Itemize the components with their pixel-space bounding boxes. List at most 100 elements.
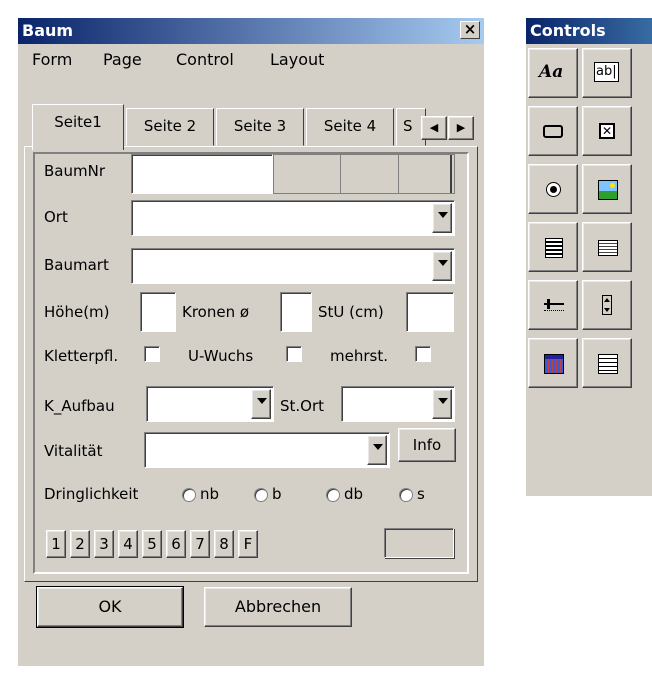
menu-form[interactable]: Form: [32, 50, 72, 69]
arrow-left-icon: ◀: [429, 121, 439, 134]
kaufbau-dropdown[interactable]: [146, 386, 274, 422]
mehrst-checkbox[interactable]: [415, 346, 431, 362]
label-tool-icon: Aa: [539, 62, 564, 82]
tab-seite3[interactable]: Seite 3: [216, 108, 304, 146]
close-button[interactable]: ×: [460, 21, 480, 39]
radio-button-icon: [546, 182, 561, 197]
close-icon: ×: [463, 20, 477, 38]
slider-icon: [544, 299, 564, 313]
checkbox-icon: ✕: [599, 123, 615, 139]
tab-seite1[interactable]: Seite1: [32, 104, 124, 150]
baumnr-input[interactable]: [131, 154, 273, 194]
number-button-6[interactable]: 6: [166, 530, 186, 558]
ok-button[interactable]: OK: [36, 586, 184, 628]
baumart-label: Baumart: [44, 256, 109, 274]
uwuchs-label: U-Wuchs: [188, 347, 254, 365]
number-button-label: 4: [123, 535, 133, 553]
stu-input[interactable]: [406, 292, 454, 332]
mehrst-label: mehrst.: [330, 347, 388, 365]
radio-b-label: b: [272, 485, 282, 503]
info-button[interactable]: Info: [398, 428, 456, 462]
number-button-label: 7: [195, 535, 205, 553]
controls-window: Controls Aa ab| ✕: [526, 18, 652, 496]
number-display-field[interactable]: [384, 528, 454, 558]
hoehe-input[interactable]: [140, 292, 176, 332]
tab-seite4[interactable]: Seite 4: [306, 108, 394, 146]
chevron-down-icon[interactable]: [432, 389, 452, 419]
kronen-label: Kronen ø: [182, 303, 250, 321]
radio-s[interactable]: [399, 488, 413, 502]
kletter-checkbox[interactable]: [144, 346, 160, 362]
tab-label: Seite 3: [233, 117, 287, 135]
chevron-down-icon[interactable]: [432, 203, 452, 233]
number-button-label: F: [243, 535, 253, 553]
radio-tool[interactable]: [528, 164, 578, 214]
button-icon: [543, 125, 563, 138]
tab-scroll-left-button[interactable]: ◀: [421, 116, 447, 140]
chevron-down-icon[interactable]: [251, 389, 271, 419]
number-button-4[interactable]: 4: [118, 530, 138, 558]
stu-label: StU (cm): [318, 303, 384, 321]
radio-b[interactable]: [254, 488, 268, 502]
number-button-label: 6: [171, 535, 181, 553]
baum-window-title: Baum: [22, 21, 74, 40]
cancel-button[interactable]: Abbrechen: [204, 587, 352, 627]
tab-label: Seite 4: [323, 117, 377, 135]
cell-divider: [340, 155, 341, 193]
combobox-tool[interactable]: [582, 222, 632, 272]
ok-button-face: OK: [37, 587, 183, 627]
checkbox-tool[interactable]: ✕: [582, 106, 632, 156]
radio-nb[interactable]: [182, 488, 196, 502]
uwuchs-checkbox[interactable]: [286, 346, 302, 362]
menu-page[interactable]: Page: [103, 50, 142, 69]
cell-divider: [450, 155, 452, 193]
number-button-label: 8: [219, 535, 229, 553]
arrow-right-icon: ▶: [456, 121, 466, 134]
tab-label: S: [403, 117, 413, 135]
dringlichkeit-label: Dringlichkeit: [44, 485, 139, 503]
image-tool[interactable]: [582, 164, 632, 214]
number-button-5[interactable]: 5: [142, 530, 162, 558]
chevron-down-icon[interactable]: [432, 251, 452, 281]
baumart-dropdown[interactable]: [131, 248, 455, 284]
spinner-icon: [602, 295, 612, 315]
number-button-f[interactable]: F: [238, 530, 258, 558]
number-button-2[interactable]: 2: [70, 530, 90, 558]
calendar-tool[interactable]: [528, 338, 578, 388]
baum-titlebar[interactable]: Baum ×: [18, 18, 484, 44]
textbox-tool[interactable]: ab|: [582, 48, 632, 98]
number-button-7[interactable]: 7: [190, 530, 210, 558]
calendar-icon: [544, 354, 564, 374]
chevron-down-icon[interactable]: [367, 435, 387, 465]
spinner-tool[interactable]: [582, 280, 632, 330]
info-button-label: Info: [412, 436, 442, 454]
listbox-tool[interactable]: [528, 222, 578, 272]
stort-dropdown[interactable]: [341, 386, 455, 422]
textbox-tool-icon: ab|: [594, 62, 619, 82]
radio-db[interactable]: [326, 488, 340, 502]
number-button-3[interactable]: 3: [94, 530, 114, 558]
image-icon: [598, 180, 618, 200]
controls-titlebar[interactable]: Controls: [526, 18, 652, 44]
slider-tool[interactable]: [528, 280, 578, 330]
menu-control[interactable]: Control: [176, 50, 234, 69]
kaufbau-label: K_Aufbau: [44, 397, 115, 415]
tab-seite2[interactable]: Seite 2: [126, 108, 214, 146]
menu-layout[interactable]: Layout: [270, 50, 324, 69]
label-tool[interactable]: Aa: [528, 48, 578, 98]
grid-tool[interactable]: [582, 338, 632, 388]
tab-scroll-right-button[interactable]: ▶: [448, 116, 474, 140]
menu-bar: Form Page Control Layout: [18, 44, 484, 72]
kronen-input[interactable]: [280, 292, 312, 332]
tab-label: Seite1: [54, 113, 102, 131]
vitalitaet-dropdown[interactable]: [144, 432, 390, 468]
tab-label: Seite 2: [143, 117, 197, 135]
number-button-1[interactable]: 1: [46, 530, 66, 558]
button-tool[interactable]: [528, 106, 578, 156]
number-button-label: 2: [75, 535, 85, 553]
number-button-label: 3: [99, 535, 109, 553]
number-button-8[interactable]: 8: [214, 530, 234, 558]
ort-dropdown[interactable]: [131, 200, 455, 236]
number-button-label: 5: [147, 535, 157, 553]
combobox-icon: [598, 240, 618, 256]
